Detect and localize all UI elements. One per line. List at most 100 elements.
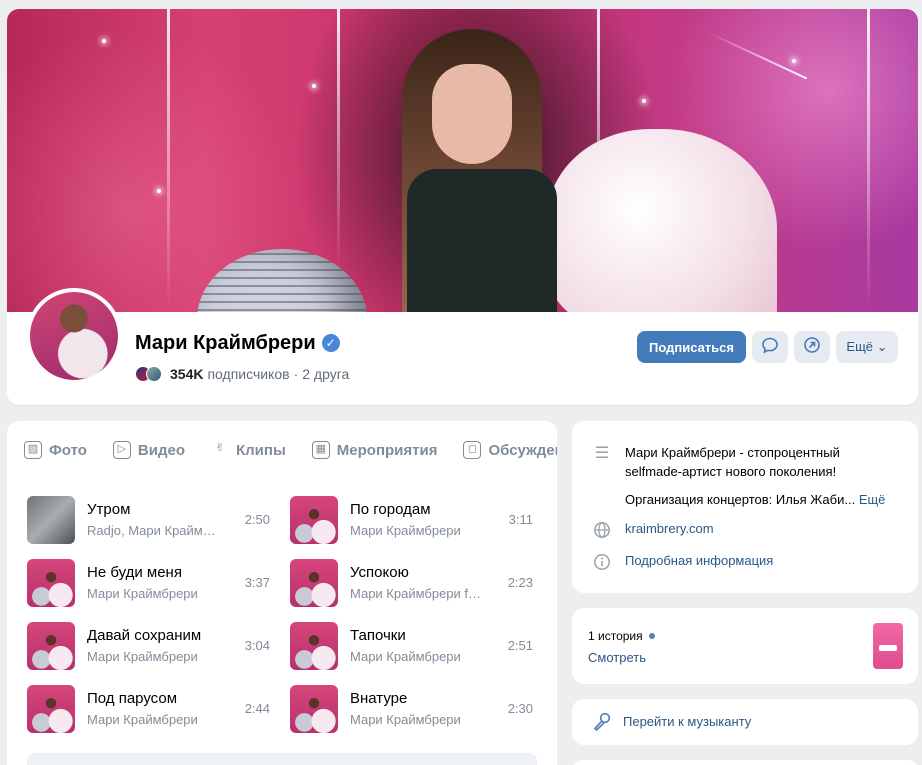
show-all-tracks-button[interactable] [27, 753, 537, 765]
tab-clips[interactable]: ✌ Клипы [211, 441, 286, 459]
track-title: Тапочки [350, 627, 406, 644]
tab-events[interactable]: ▦ Мероприятия [311, 441, 438, 459]
separator: · [293, 366, 299, 382]
track-artist[interactable]: Мари Краймбрери [87, 586, 222, 601]
section-tabs: ▨ Фото ▷ Видео ✌ Клипы ▦ Мероприятия ◻ О… [24, 441, 557, 459]
track-cover[interactable] [290, 622, 338, 670]
sparkle [102, 39, 106, 43]
stories-count-label: 1 история [588, 629, 643, 643]
track-cover[interactable] [27, 559, 75, 607]
light-beam [867, 9, 870, 309]
friend-avatar [146, 366, 162, 382]
track-row[interactable]: Утром Radjo, Мари Краймбрери 2:50 [27, 496, 270, 544]
track-artist[interactable]: Мари Краймбрери [87, 649, 222, 664]
profile-name: Мари Краймбрери ✓ [135, 332, 340, 355]
stories-watch-link[interactable]: Смотреть [588, 650, 646, 665]
go-to-musician-link[interactable]: Перейти к музыканту [623, 714, 751, 729]
track-title: Под парусом [87, 690, 178, 707]
track-duration: 3:04 [244, 638, 270, 653]
description-line-1: Мари Краймбрери - стопроцентный selfmade… [625, 445, 840, 479]
track-cover[interactable] [290, 685, 338, 733]
track-row[interactable]: Внатуре Мари Краймбрери 2:30 [290, 685, 533, 733]
light-beam [337, 9, 340, 269]
disco-ball [197, 249, 367, 312]
next-card [572, 760, 918, 765]
track-artist[interactable]: Radjo, Мари Краймбрери [87, 523, 222, 538]
musician-card[interactable]: Перейти к музыканту [572, 699, 918, 745]
track-cover[interactable] [290, 496, 338, 544]
track-row[interactable]: Под парусом Мари Краймбрери 2:44 [27, 685, 270, 733]
track-title: Давай сохраним [87, 627, 202, 644]
sparkle [157, 189, 161, 193]
friends-count[interactable]: 2 друга [302, 366, 349, 382]
subscribers-count: 354K [170, 366, 204, 382]
track-cover[interactable] [27, 685, 75, 733]
text-lines-icon: ☰ [594, 445, 610, 462]
track-row[interactable]: Тапочки Мари Краймбрери 2:51 [290, 622, 533, 670]
chevron-down-icon: ⌄ [876, 339, 888, 354]
profile-cover [7, 9, 918, 312]
tab-label: Мероприятия [336, 441, 438, 459]
tab-label: Обсуждения [488, 441, 557, 459]
avatar[interactable] [26, 288, 122, 384]
followers-line[interactable]: 354K подписчиков · 2 друга [135, 366, 349, 382]
tab-label: Видео [137, 441, 185, 459]
globe-icon [592, 521, 612, 544]
track-title: Утром [87, 501, 131, 518]
info-card: ☰ Мари Краймбрери - стопроцентный selfma… [572, 421, 918, 593]
stories-count: 1 история [588, 629, 655, 643]
description: Мари Краймбрери - стопроцентный selfmade… [625, 443, 890, 509]
tab-discussions[interactable]: ◻ Обсуждения [463, 441, 557, 459]
photo-icon: ▨ [24, 441, 42, 459]
track-duration: 2:51 [507, 638, 533, 653]
unread-dot [648, 633, 655, 639]
details-row: Подробная информация [592, 553, 773, 576]
share-icon [804, 337, 820, 353]
share-button[interactable] [794, 331, 830, 363]
calendar-icon: ▦ [311, 441, 330, 459]
comet [706, 31, 808, 80]
description-row: ☰ Мари Краймбрери - стопроцентный selfma… [592, 443, 890, 509]
light-beam [167, 9, 170, 309]
track-duration: 3:11 [508, 512, 533, 527]
track-duration: 3:37 [244, 575, 270, 590]
track-row[interactable]: Успокою Мари Краймбрери feat. ... 2:23 [290, 559, 533, 607]
track-duration: 2:50 [244, 512, 270, 527]
track-cover[interactable] [290, 559, 338, 607]
track-row[interactable]: Давай сохраним Мари Краймбрери 3:04 [27, 622, 270, 670]
track-artist[interactable]: Мари Краймбрери [350, 523, 485, 538]
tab-label: Клипы [236, 441, 286, 459]
description-more-link[interactable]: Ещё [859, 492, 886, 507]
cover-fur [547, 129, 777, 312]
more-button[interactable]: Ещё ⌄ [836, 331, 898, 363]
track-artist[interactable]: Мари Краймбрери [350, 712, 485, 727]
cover-outfit [407, 169, 557, 312]
tab-photo[interactable]: ▨ Фото [24, 441, 87, 459]
description-line-2-wrap: Организация концертов: Илья Жаби... Ещё [625, 490, 890, 509]
website-link[interactable]: kraimbrery.com [625, 521, 714, 536]
stories-card[interactable]: 1 история Смотреть [572, 608, 918, 684]
story-thumbnail[interactable] [873, 623, 903, 669]
track-row[interactable]: Не буди меня Мари Краймбрери 3:37 [27, 559, 270, 607]
sparkle [792, 59, 796, 63]
track-artist[interactable]: Мари Краймбрери feat. ... [350, 586, 485, 601]
sparkle [642, 99, 646, 103]
track-cover[interactable] [27, 622, 75, 670]
subscribe-button[interactable]: Подписаться [637, 331, 746, 363]
more-label: Ещё [846, 339, 874, 354]
track-artist[interactable]: Мари Краймбрери [87, 712, 222, 727]
track-title: Внатуре [350, 690, 408, 707]
track-cover[interactable] [27, 496, 75, 544]
track-artist[interactable]: Мари Краймбрери [350, 649, 485, 664]
microphone-icon [592, 711, 612, 736]
sparkle [312, 84, 316, 88]
video-icon: ▷ [112, 441, 131, 459]
details-link[interactable]: Подробная информация [625, 553, 773, 568]
discussion-icon: ◻ [463, 441, 482, 459]
clips-icon: ✌ [215, 442, 225, 454]
tab-video[interactable]: ▷ Видео [112, 441, 185, 459]
message-button[interactable] [752, 331, 788, 363]
track-row[interactable]: По городам Мари Краймбрери 3:11 [290, 496, 533, 544]
subscribers-label: подписчиков [207, 366, 290, 382]
info-icon [592, 553, 612, 576]
